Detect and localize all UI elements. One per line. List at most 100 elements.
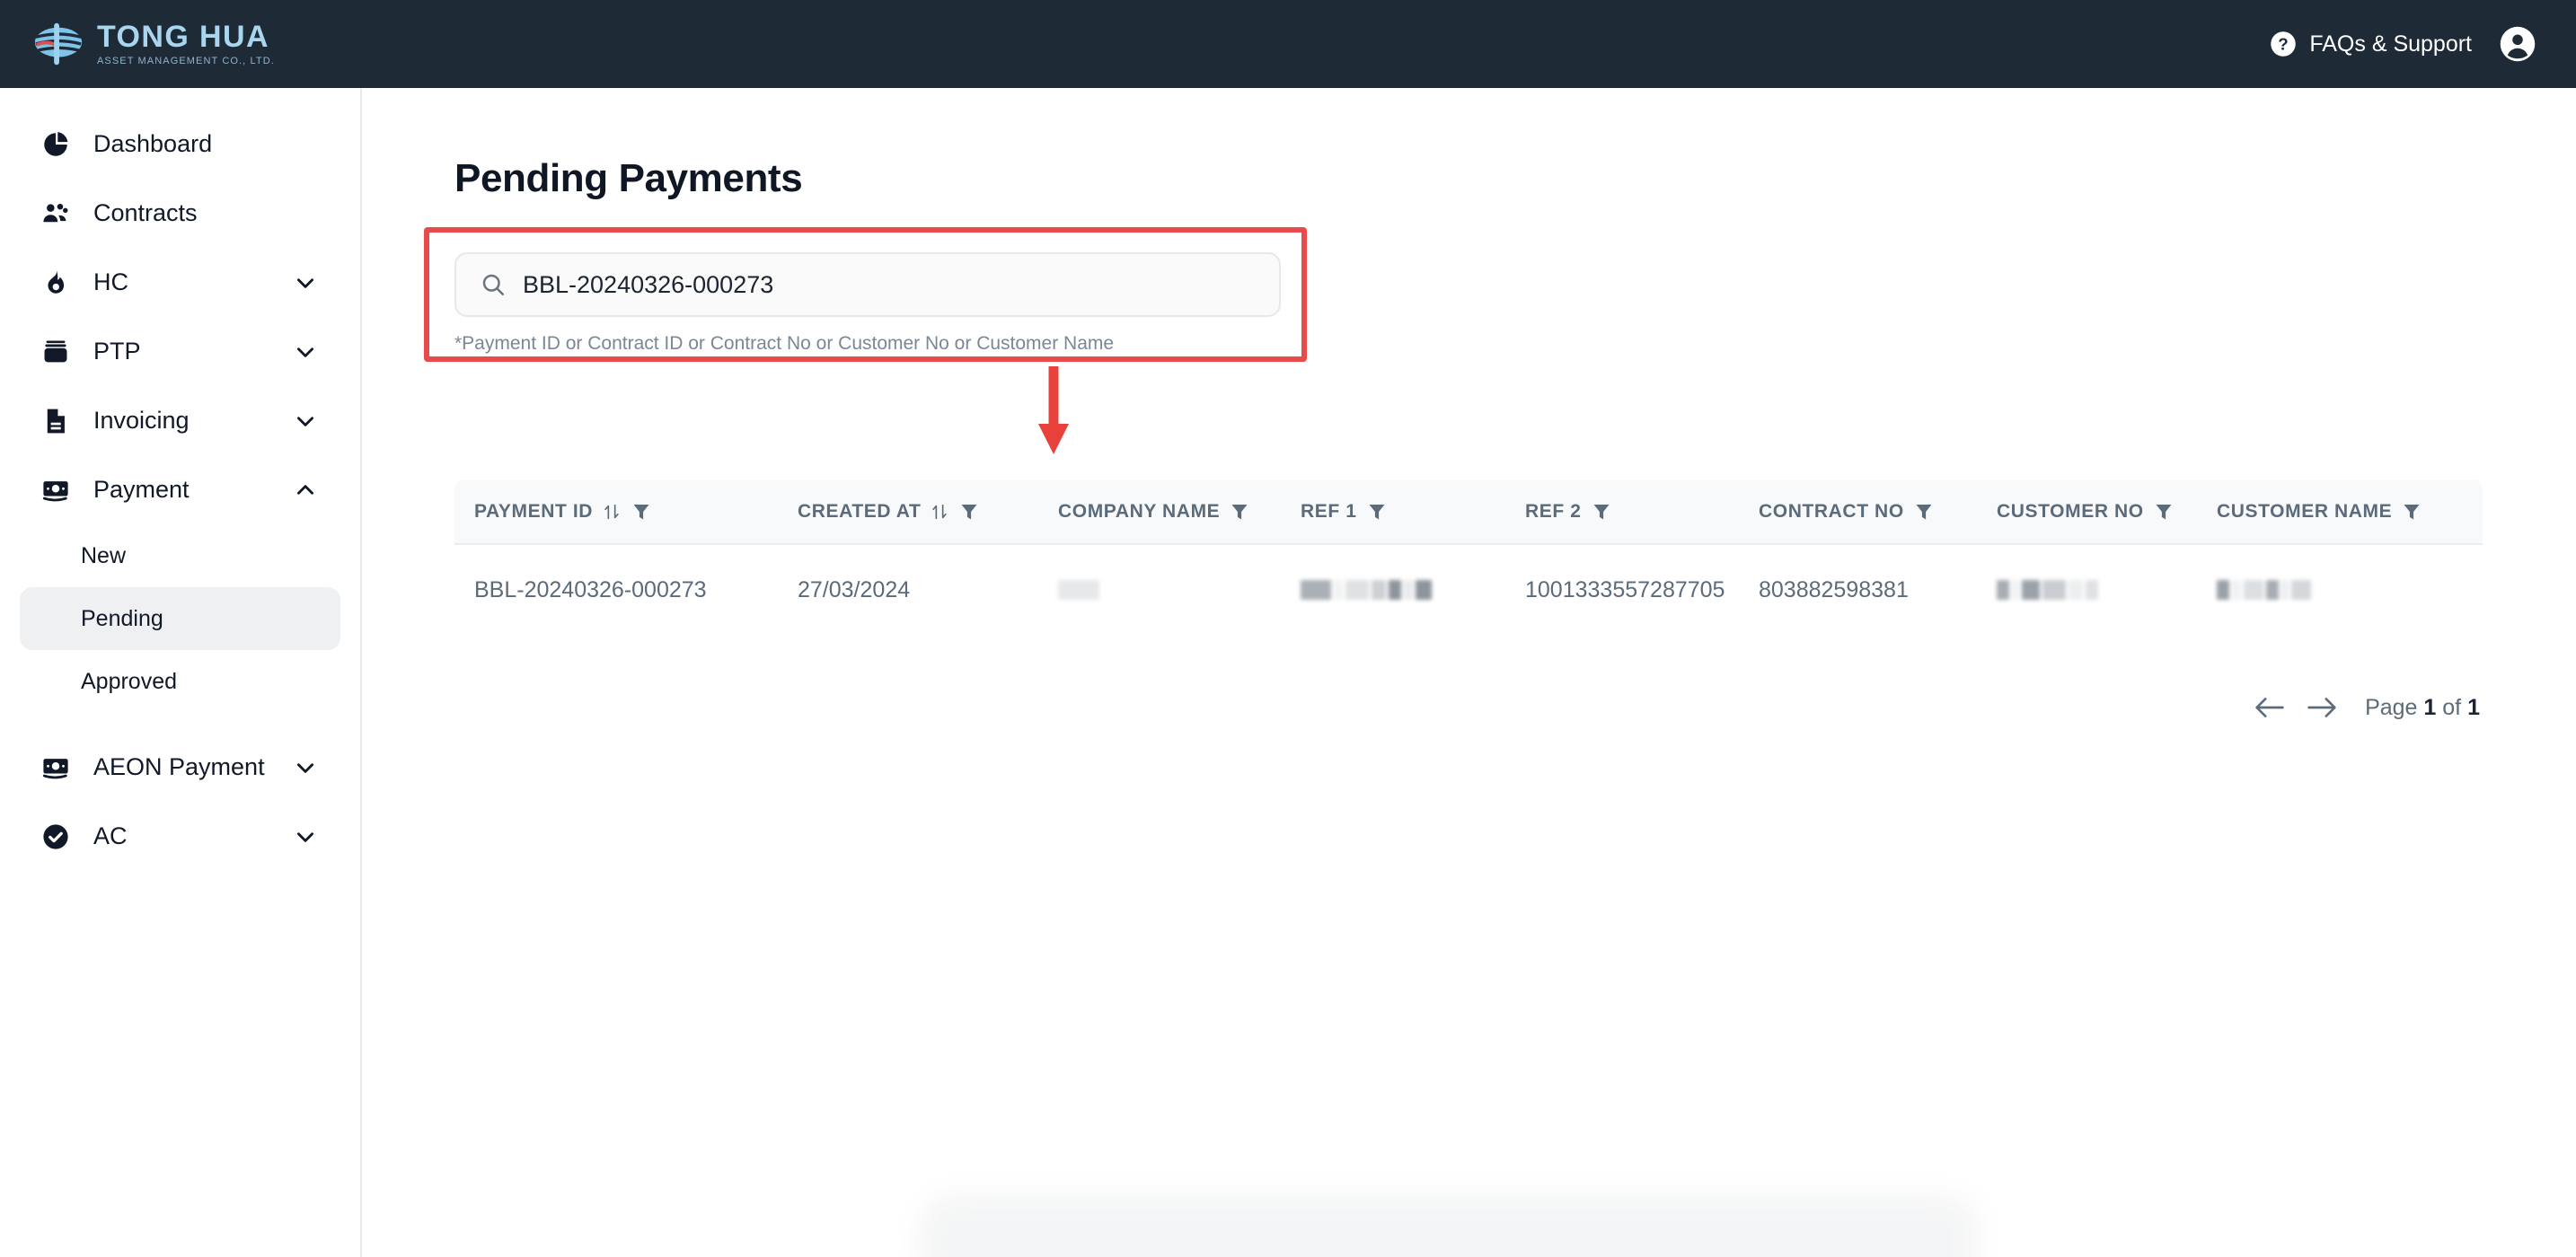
sidebar-sublabel-approved: Approved [81,669,177,695]
table-header-contract-no[interactable]: CONTRACT NO [1739,501,1977,523]
banknote-icon [40,474,72,506]
filter-icon[interactable] [2153,501,2175,523]
account-avatar-icon[interactable] [2499,25,2536,63]
search-section: *Payment ID or Contract ID or Contract N… [454,252,1281,355]
sidebar-label-aeon-payment: AEON Payment [93,753,265,781]
redacted-value [1997,580,2098,600]
table-header-ref-2[interactable]: REF 2 [1505,501,1739,523]
sidebar-item-dashboard[interactable]: Dashboard [20,110,340,179]
filter-icon[interactable] [1366,501,1388,523]
bottom-ghost-panel [919,1194,1979,1257]
pagination-of-label: of [2442,695,2461,720]
header-label-ref-2: REF 2 [1525,501,1582,523]
search-icon [480,271,507,298]
archive-box-icon [40,336,72,368]
table-header-customer-name[interactable]: CUSTOMER NAME [2197,501,2483,523]
sidebar-item-hc[interactable]: HC [20,248,340,317]
sidebar-item-contracts[interactable]: Contracts [20,179,340,248]
table-header-ref-1[interactable]: REF 1 [1281,501,1505,523]
brand-text: TONG HUA ASSET MANAGEMENT CO., LTD. [97,22,275,67]
header-label-created-at: CREATED AT [798,501,921,523]
chevron-down-icon[interactable] [294,409,317,433]
sidebar-item-ptp[interactable]: PTP [20,317,340,386]
sidebar-item-ac[interactable]: AC [20,802,340,871]
svg-text:?: ? [2279,34,2289,53]
pagination-current-page: 1 [2423,695,2436,720]
search-box[interactable] [454,252,1281,317]
header-label-customer-no: CUSTOMER NO [1997,501,2144,523]
sidebar-subitem-new[interactable]: New [20,524,340,587]
tong-hua-logo-icon [32,18,84,70]
search-input[interactable] [523,271,1256,299]
sidebar-item-aeon-payment[interactable]: AEON Payment [20,733,340,802]
sidebar-label-ptp: PTP [93,338,141,365]
filter-icon[interactable] [631,501,652,523]
sidebar-label-invoicing: Invoicing [93,407,190,435]
sidebar-subitem-pending[interactable]: Pending [20,587,340,650]
sidebar-navigation: Dashboard Contracts HC [0,88,362,1257]
sidebar-subitem-approved[interactable]: Approved [20,650,340,713]
table-header-created-at[interactable]: CREATED AT [778,501,1038,523]
check-circle-icon [40,821,72,853]
sidebar-label-hc: HC [93,268,128,296]
faqs-support-button[interactable]: ? FAQs & Support [2270,31,2472,57]
table-header-company-name[interactable]: COMPANY NAME [1038,501,1281,523]
search-hint-text: *Payment ID or Contract ID or Contract N… [454,333,1281,355]
chevron-down-icon[interactable] [294,271,317,294]
table-header-row: PAYMENT ID CREATED AT [454,480,2483,545]
cell-payment-id: BBL-20240326-000273 [454,577,778,603]
sort-icon[interactable] [930,502,949,522]
document-icon [40,405,72,437]
arrow-left-icon[interactable] [2254,694,2286,721]
cell-contract-no: 803882598381 [1739,577,1977,603]
header-label-company-name: COMPANY NAME [1058,501,1220,523]
redacted-value [1301,580,1432,600]
sidebar-label-ac: AC [93,822,128,850]
filter-icon[interactable] [1913,501,1935,523]
sidebar-item-payment[interactable]: Payment [20,455,340,524]
filter-icon[interactable] [1229,501,1250,523]
chevron-down-icon[interactable] [294,756,317,779]
redacted-value [2217,580,2311,600]
filter-icon[interactable] [1591,501,1612,523]
arrow-right-icon[interactable] [2306,694,2338,721]
app-root: TONG HUA ASSET MANAGEMENT CO., LTD. ? FA… [0,0,2576,1257]
sidebar-label-payment: Payment [93,476,190,504]
header-label-contract-no: CONTRACT NO [1759,501,1904,523]
pagination-total-pages: 1 [2467,695,2480,720]
cell-created-at: 27/03/2024 [778,577,1038,603]
chevron-down-icon[interactable] [294,340,317,364]
cell-ref-1 [1281,580,1505,600]
redacted-value [1058,580,1099,600]
table-header-payment-id[interactable]: PAYMENT ID [454,501,778,523]
cell-customer-name [2197,580,2483,600]
header-actions: ? FAQs & Support [2270,25,2536,63]
brand-name: TONG HUA [97,22,275,54]
question-circle-icon: ? [2270,31,2297,57]
header-label-payment-id: PAYMENT ID [474,501,593,523]
banknote-icon [40,752,72,784]
sidebar-sublabel-new: New [81,543,126,569]
header-label-customer-name: CUSTOMER NAME [2217,501,2392,523]
chevron-up-icon[interactable] [294,479,317,502]
filter-icon[interactable] [2401,501,2422,523]
sidebar-item-invoicing[interactable]: Invoicing [20,386,340,455]
faqs-support-label: FAQs & Support [2309,31,2472,57]
people-group-icon [40,198,72,230]
annotation-arrow-icon [1036,366,1072,456]
pending-payments-table: PAYMENT ID CREATED AT [454,480,2483,635]
sidebar-sublabel-pending: Pending [81,606,163,632]
table-row[interactable]: BBL-20240326-000273 27/03/2024 [454,545,2483,635]
pagination-label: Page 1 of 1 [2365,695,2480,721]
sort-icon[interactable] [602,502,622,522]
pie-chart-icon [40,128,72,161]
sidebar-label-contracts: Contracts [93,199,198,227]
filter-icon[interactable] [958,501,980,523]
main-content: Pending Payments *Payment ID or Contract… [362,88,2576,1257]
table-header-customer-no[interactable]: CUSTOMER NO [1977,501,2197,523]
pagination-controls: Page 1 of 1 [2254,694,2480,721]
brand-tagline: ASSET MANAGEMENT CO., LTD. [97,56,275,66]
brand-logo[interactable]: TONG HUA ASSET MANAGEMENT CO., LTD. [32,18,275,70]
chevron-down-icon[interactable] [294,825,317,848]
top-header-bar: TONG HUA ASSET MANAGEMENT CO., LTD. ? FA… [0,0,2576,88]
